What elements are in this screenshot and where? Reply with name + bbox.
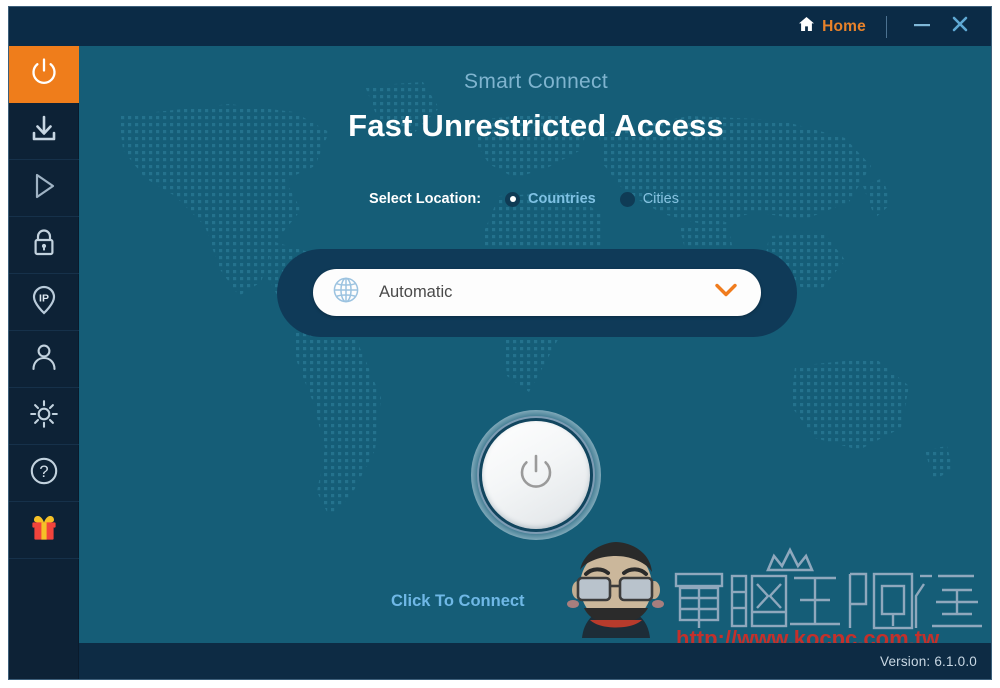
location-selector-row: Select Location: Countries Cities (79, 191, 991, 207)
close-button[interactable] (941, 12, 979, 42)
select-location-label: Select Location: (369, 191, 482, 207)
title-bar-controls: Home (788, 7, 991, 46)
chevron-down-icon[interactable] (713, 281, 739, 304)
radio-option-countries[interactable]: Countries (505, 191, 596, 207)
svg-text:IP: IP (39, 292, 49, 304)
minimize-icon (912, 18, 932, 36)
gift-icon (28, 513, 60, 548)
download-icon (28, 113, 60, 150)
title-bar-divider (886, 15, 887, 38)
sidebar-item-settings[interactable] (9, 388, 79, 445)
radio-label-cities: Cities (642, 191, 679, 207)
radio-option-cities[interactable]: Cities (619, 191, 679, 207)
title-bar: Home (9, 7, 991, 46)
home-label: Home (822, 17, 866, 35)
click-to-connect-caption[interactable]: Click To Connect (391, 592, 525, 611)
sidebar-item-lock[interactable] (9, 217, 79, 274)
sidebar-item-download[interactable] (9, 103, 79, 160)
smart-connect-subtitle: Smart Connect (464, 70, 608, 93)
radio-button-countries[interactable] (505, 191, 521, 207)
play-icon (29, 170, 59, 207)
sidebar-item-ip[interactable]: IP (9, 274, 79, 331)
main-content: Smart Connect Fast Unrestricted Access S… (79, 46, 991, 679)
lock-icon (30, 227, 58, 264)
minimize-button[interactable] (903, 12, 941, 42)
power-icon (510, 447, 562, 504)
radio-label-countries: Countries (528, 191, 596, 207)
page-headline: Fast Unrestricted Access (348, 108, 724, 143)
close-icon (950, 14, 970, 39)
sidebar-item-play[interactable] (9, 160, 79, 217)
version-label: Version: 6.1.0.0 (879, 653, 977, 669)
server-location-dropdown[interactable]: Automatic (313, 269, 761, 316)
sidebar-item-gift[interactable] (9, 502, 79, 559)
power-icon (27, 55, 61, 94)
connect-button[interactable] (471, 410, 601, 540)
sidebar-item-account[interactable] (9, 331, 79, 388)
home-button[interactable]: Home (788, 16, 876, 37)
dropdown-shell: Automatic (277, 249, 797, 337)
gear-icon (28, 398, 60, 435)
dropdown-selected-value: Automatic (379, 283, 453, 301)
sidebar-item-power[interactable] (9, 46, 79, 103)
sidebar-item-help[interactable]: ? (9, 445, 79, 502)
home-icon (798, 16, 815, 37)
question-icon: ? (29, 456, 59, 491)
app-window: Home IP ? Smart Connect Fast Unrestricte… (8, 6, 992, 680)
footer-bar: Version: 6.1.0.0 (79, 643, 991, 679)
sidebar: IP ? (9, 46, 79, 679)
connect-button-core (482, 421, 590, 529)
ip-pin-icon: IP (29, 284, 59, 321)
user-icon (30, 341, 58, 378)
globe-icon (331, 275, 361, 310)
svg-text:?: ? (39, 463, 48, 481)
radio-button-cities[interactable] (619, 191, 635, 207)
